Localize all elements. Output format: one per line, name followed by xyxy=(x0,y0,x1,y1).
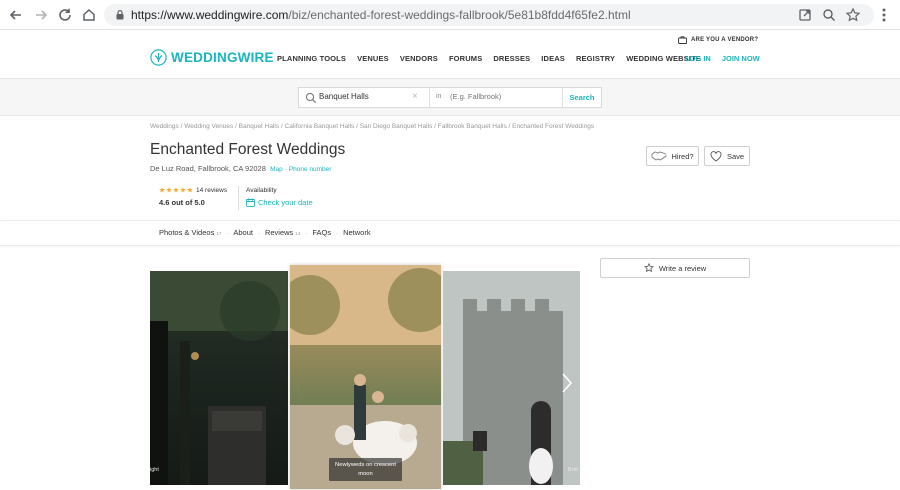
availability-label: Availability xyxy=(246,187,277,194)
page-title: Enchanted Forest Weddings xyxy=(150,141,346,158)
tab-faqs[interactable]: FAQs xyxy=(312,228,331,237)
tab-label: Network xyxy=(343,228,371,237)
logo-text: WEDDINGWIRE xyxy=(171,50,274,65)
star-icon xyxy=(166,187,172,193)
save-label: Save xyxy=(726,151,745,161)
vendor-link-label: ARE YOU A VENDOR? xyxy=(691,37,759,43)
nav-vendors[interactable]: VENDORS xyxy=(400,54,438,63)
tab-separator: · xyxy=(226,231,229,237)
tab-count: 17 xyxy=(216,231,222,236)
open-in-app-icon[interactable] xyxy=(797,7,813,23)
forward-button[interactable] xyxy=(31,5,51,25)
rating-text: 4.6 out of 5.0 xyxy=(159,198,205,207)
star-outline-icon xyxy=(643,263,654,273)
nav-forums[interactable]: FORUMS xyxy=(449,54,482,63)
login-link[interactable]: LOG IN xyxy=(685,54,711,63)
nav-dresses[interactable]: DRESSES xyxy=(493,54,530,63)
tab-reviews[interactable]: Reviews 14 xyxy=(265,228,300,237)
tab-about[interactable]: About xyxy=(233,228,253,237)
bookmark-star-icon[interactable] xyxy=(845,7,861,23)
tab-label: Reviews xyxy=(264,228,294,237)
couple-moon-illustration xyxy=(290,265,441,489)
star-rating xyxy=(159,187,193,193)
main-nav: PLANNING TOOLS VENUES VENDORS FORUMS DRE… xyxy=(277,54,701,63)
nav-planning-tools[interactable]: PLANNING TOOLS xyxy=(277,54,346,63)
reviews-count[interactable]: 14 reviews xyxy=(196,187,227,194)
lock-icon xyxy=(116,10,124,20)
divider xyxy=(238,186,239,210)
url-text: https://www.weddingwire.com/biz/enchante… xyxy=(131,8,631,22)
url-path: /biz/enchanted-forest-weddings-fallbrook… xyxy=(288,8,631,22)
star-icon xyxy=(159,187,165,193)
site-logo[interactable]: WEDDINGWIRE xyxy=(150,49,274,66)
reload-icon xyxy=(59,8,71,21)
briefcase-icon xyxy=(678,36,687,44)
write-review-label: Write a review xyxy=(658,263,707,273)
section-tabs: Photos & Videos 17 · About · Reviews 14 · … xyxy=(0,220,900,246)
auth-links: LOG IN JOIN NOW xyxy=(685,54,760,63)
arrow-right-icon xyxy=(36,10,48,20)
right-photo-caption: Brid xyxy=(568,467,578,473)
weddingwire-logo-icon xyxy=(150,49,167,66)
location-input[interactable] xyxy=(450,92,550,101)
map-link[interactable]: Map xyxy=(270,166,283,173)
search-button[interactable]: Search xyxy=(563,88,601,107)
reload-button[interactable] xyxy=(55,5,75,25)
tab-separator: · xyxy=(305,231,308,237)
url-host: https://www.weddingwire.com xyxy=(131,8,289,22)
home-icon xyxy=(83,8,95,21)
heart-icon xyxy=(710,150,722,162)
search-input[interactable] xyxy=(319,92,419,101)
divider xyxy=(429,88,430,107)
phone-link[interactable]: Phone number xyxy=(289,166,332,173)
tab-label: Photos & Videos xyxy=(159,228,215,237)
vendor-address: De Luz Road, Fallbrook, CA 92028 Map · P… xyxy=(150,164,331,173)
tab-count: 14 xyxy=(295,231,301,236)
search-icon xyxy=(305,92,317,104)
pergola-illustration xyxy=(150,271,288,485)
nav-registry[interactable]: REGISTRY xyxy=(576,54,615,63)
tab-network[interactable]: Network xyxy=(343,228,371,237)
photo-caption: Newlyweds on crescent moon xyxy=(329,458,402,481)
address-text: De Luz Road, Fallbrook, CA 92028 xyxy=(150,164,266,173)
chevron-right-icon[interactable] xyxy=(560,372,574,394)
breadcrumb[interactable]: Weddings / Wedding Venues / Banquet Hall… xyxy=(150,123,594,130)
save-button[interactable]: Save xyxy=(704,146,750,166)
star-icon xyxy=(173,187,179,193)
tab-label: FAQs xyxy=(312,228,332,237)
nav-ideas[interactable]: IDEAS xyxy=(541,54,565,63)
browser-toolbar: https://www.weddingwire.com/biz/enchante… xyxy=(0,0,900,30)
search-band: × in Search xyxy=(0,78,900,116)
gallery-photo-center[interactable] xyxy=(290,265,441,489)
nav-venues[interactable]: VENUES xyxy=(357,54,389,63)
calendar-icon xyxy=(246,198,255,207)
handshake-icon xyxy=(652,151,667,161)
tab-separator: · xyxy=(336,231,339,237)
address-bar[interactable]: https://www.weddingwire.com/biz/enchante… xyxy=(104,4,874,26)
search-form: × in Search xyxy=(298,87,602,108)
left-photo-caption: ight xyxy=(150,467,159,473)
tab-label: About xyxy=(233,228,253,237)
arrow-left-icon xyxy=(9,10,21,20)
hired-label: Hired? xyxy=(671,151,694,161)
join-link[interactable]: JOIN NOW xyxy=(722,54,760,63)
gallery-photo-left[interactable]: ight xyxy=(150,271,288,485)
back-button[interactable] xyxy=(6,5,26,25)
browser-menu-icon[interactable] xyxy=(878,6,890,24)
clear-icon[interactable]: × xyxy=(412,91,418,102)
tab-separator: · xyxy=(257,231,260,237)
vendor-link[interactable]: ARE YOU A VENDOR? xyxy=(678,36,758,44)
in-label: in xyxy=(436,93,442,100)
star-icon xyxy=(187,187,193,193)
zoom-icon[interactable] xyxy=(821,7,837,23)
home-button[interactable] xyxy=(79,5,99,25)
star-icon xyxy=(180,187,186,193)
hired-button[interactable]: Hired? xyxy=(646,146,699,166)
tab-photos-videos[interactable]: Photos & Videos 17 xyxy=(159,228,221,237)
check-date-label: Check your date xyxy=(258,198,313,207)
write-review-button[interactable]: Write a review xyxy=(600,258,750,278)
check-date-link[interactable]: Check your date xyxy=(246,198,313,207)
